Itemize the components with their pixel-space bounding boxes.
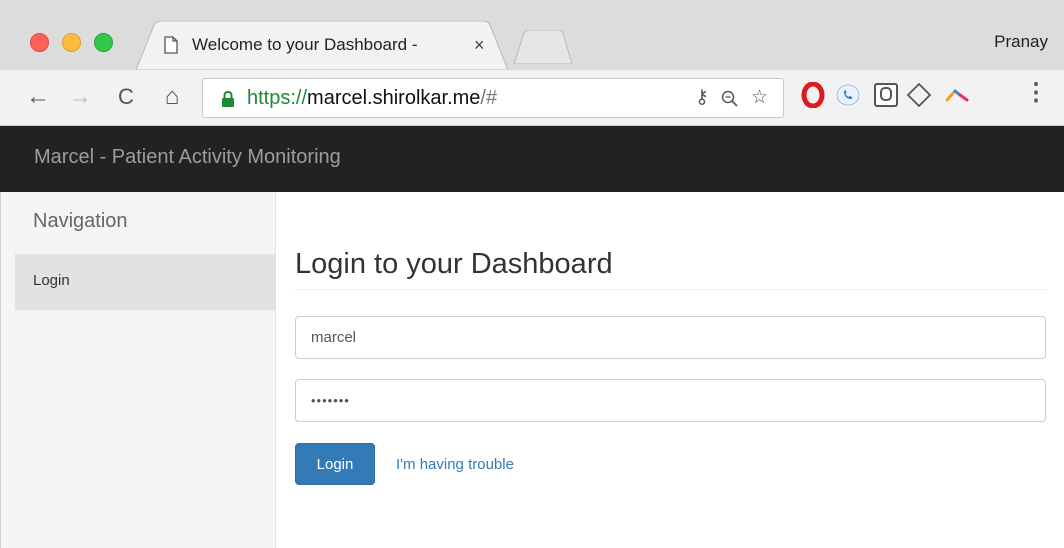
url-host: marcel.shirolkar.me [307,87,481,109]
document-icon [164,36,178,54]
back-icon[interactable]: ← [24,83,52,111]
trouble-link[interactable]: I'm having trouble [396,456,514,473]
sidebar-item-label: Login [33,272,70,289]
browser-tab-active[interactable]: Welcome to your Dashboard - × [136,21,508,70]
app-navbar: Marcel - Patient Activity Monitoring [0,126,1064,192]
browser-tabstrip: Welcome to your Dashboard - × Pranay [0,0,1064,70]
maximize-window-button[interactable] [94,33,113,52]
page-title: Login to your Dashboard [295,248,613,280]
main-content: Login to your Dashboard Login I'm having… [276,192,1064,548]
url-text: https://marcel.shirolkar.me/# [247,87,497,110]
login-button[interactable]: Login [295,443,375,485]
url-scheme: https:// [247,87,308,109]
key-icon[interactable]: ⚷ [695,86,709,109]
sidebar: Navigation Login [0,192,276,548]
home-icon[interactable]: ⌂ [158,83,186,111]
forward-icon[interactable]: → [66,83,94,111]
extension-arc-icon[interactable] [944,82,970,108]
bookmark-star-icon[interactable]: ☆ [751,86,768,109]
phone-extension-icon[interactable] [835,82,861,108]
browser-toolbar: ← → C ⌂ https://marcel.shirolkar.me/# ⚷ … [0,70,1064,126]
sidebar-heading: Navigation [33,210,128,232]
zoom-icon[interactable] [721,90,739,108]
extension-square-icon[interactable] [873,82,899,108]
reload-icon[interactable]: C [112,83,140,111]
password-field[interactable] [295,379,1046,422]
address-bar[interactable]: https://marcel.shirolkar.me/# ⚷ ☆ [202,78,784,118]
tab-close-icon[interactable]: × [474,35,485,56]
heading-divider [295,289,1046,290]
diamond-icon[interactable] [906,82,932,108]
close-window-button[interactable] [30,33,49,52]
app-brand[interactable]: Marcel - Patient Activity Monitoring [34,146,341,169]
profile-name[interactable]: Pranay [994,32,1048,52]
lock-icon [222,91,234,107]
username-field[interactable] [295,316,1046,359]
opera-icon[interactable] [800,82,826,108]
new-tab-button[interactable] [514,30,572,64]
tab-title: Welcome to your Dashboard - [192,35,470,55]
web-page: Marcel - Patient Activity Monitoring Nav… [0,126,1064,548]
menu-icon[interactable]: ⋮ [1024,78,1048,107]
url-path: /# [480,87,498,109]
sidebar-item-login[interactable]: Login [15,254,276,310]
minimize-window-button[interactable] [62,33,81,52]
